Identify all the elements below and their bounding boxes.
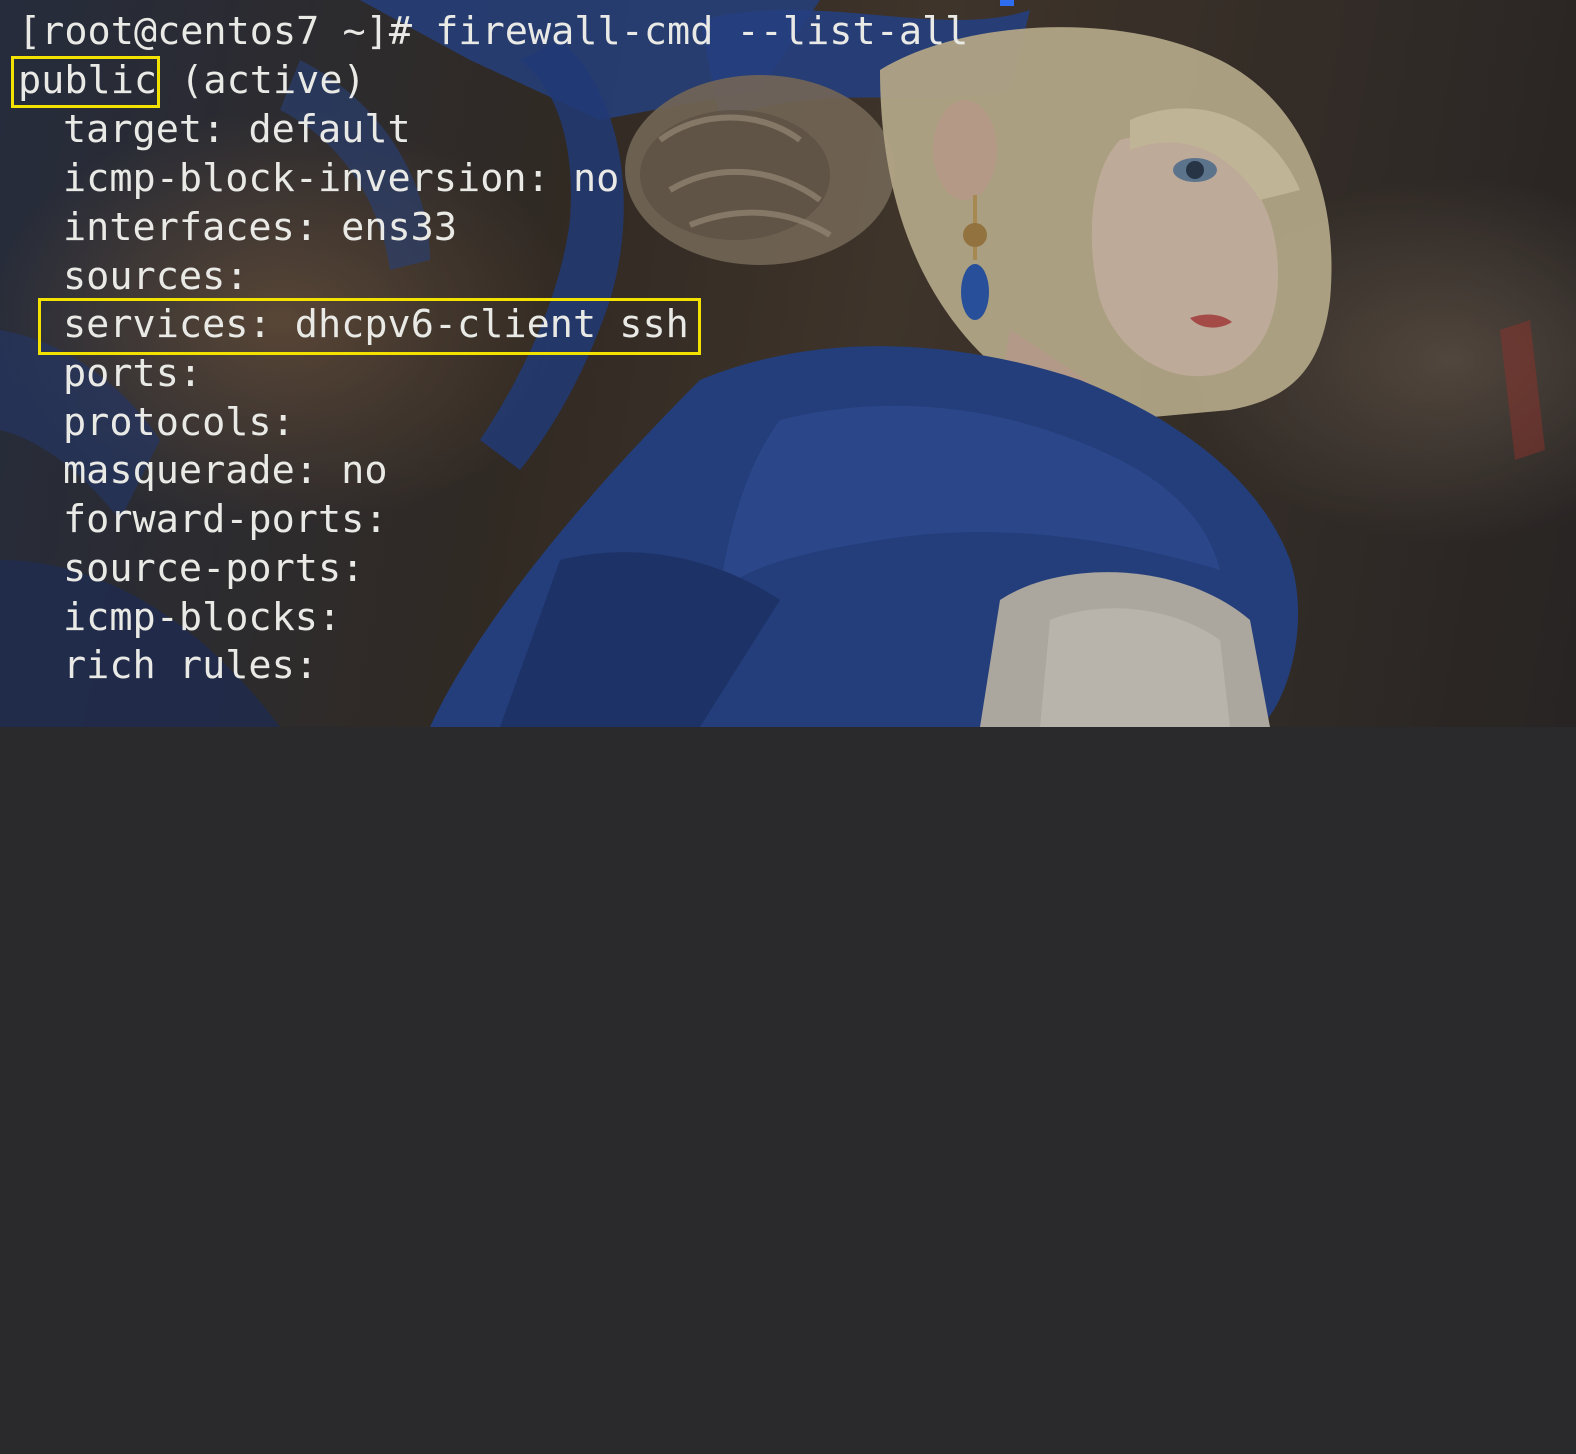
field-value: no <box>317 448 388 493</box>
field-key: rich rules: <box>63 643 318 688</box>
output-line-sources: sources: <box>63 253 248 301</box>
output-line-source-ports: source-ports: <box>63 545 364 593</box>
field-key: protocols: <box>63 400 295 445</box>
command-line: [root@centos7 ~]# firewall-cmd --list-al… <box>18 8 968 56</box>
shell-prompt: [root@centos7 ~]# <box>18 9 436 54</box>
terminal-window[interactable]: [root@centos7 ~]# firewall-cmd --list-al… <box>0 0 1576 727</box>
field-key: ports: <box>63 351 203 396</box>
output-line-target: target: default <box>63 106 411 154</box>
services-highlight-box <box>38 298 701 355</box>
output-line-protocols: protocols: <box>63 399 295 447</box>
field-value: no <box>549 156 620 201</box>
field-value: default <box>225 107 411 152</box>
output-line-forward-ports: forward-ports: <box>63 496 388 544</box>
field-key: icmp-block-inversion: <box>63 156 550 201</box>
field-value: ens33 <box>317 205 458 250</box>
previous-output-line-clipped <box>0 0 18 8</box>
field-key: interfaces: <box>63 205 318 250</box>
command-text: firewall-cmd --list-all <box>435 9 969 54</box>
output-line-icmp-blocks: icmp-blocks: <box>63 594 341 642</box>
zone-status: (active) <box>157 58 366 103</box>
zone-name-highlight-box <box>11 56 160 108</box>
output-line-interfaces: interfaces: ens33 <box>63 204 457 252</box>
field-key: sources: <box>63 254 249 299</box>
field-key: target: <box>63 107 226 152</box>
field-key: forward-ports: <box>63 497 388 542</box>
output-line-rich-rules: rich rules: <box>63 642 318 690</box>
field-key: source-ports: <box>63 546 365 591</box>
field-key: masquerade: <box>63 448 318 493</box>
field-key: icmp-blocks: <box>63 595 342 640</box>
output-line-masquerade: masquerade: no <box>63 447 388 495</box>
output-line-icmp-block-inversion: icmp-block-inversion: no <box>63 155 619 203</box>
output-line-ports: ports: <box>63 350 202 398</box>
clipped-highlight-fragment <box>1000 0 1014 6</box>
